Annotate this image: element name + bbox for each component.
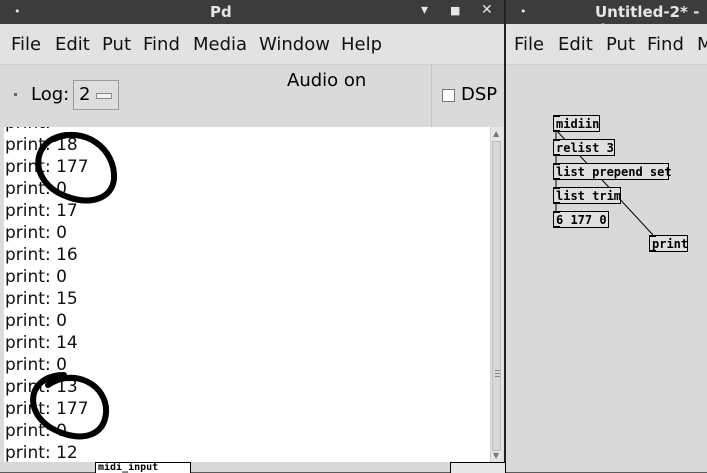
dsp-checkbox[interactable] bbox=[442, 89, 455, 102]
pd-menubar: File Edit Put Find Media Window Help bbox=[0, 24, 504, 65]
background-object-fragment: midi_input bbox=[95, 462, 191, 473]
patch-window: • Untitled-2* - /h File Edit Put Find M … bbox=[506, 0, 707, 462]
object-relist[interactable]: relist 3 bbox=[553, 139, 615, 156]
dropdown-icon bbox=[96, 93, 112, 99]
background-box-fragment bbox=[450, 462, 506, 473]
object-list-trim[interactable]: list trim bbox=[553, 187, 621, 204]
menu-help[interactable]: Help bbox=[341, 34, 382, 55]
menu-window[interactable]: Window bbox=[259, 34, 330, 55]
window-menu-icon[interactable]: • bbox=[14, 5, 21, 18]
menu-edit[interactable]: Edit bbox=[55, 34, 90, 55]
minimize-icon[interactable]: ▾ bbox=[421, 2, 428, 18]
scroll-grip-line bbox=[495, 373, 500, 374]
menu-file[interactable]: File bbox=[11, 34, 41, 55]
menu-find[interactable]: Find bbox=[143, 34, 180, 55]
toolbar-divider bbox=[431, 65, 432, 127]
object-print[interactable]: print bbox=[649, 235, 688, 252]
menu-media[interactable]: Media bbox=[193, 34, 247, 55]
scroll-thumb[interactable] bbox=[492, 141, 501, 451]
console-output[interactable]: print: print: 18 print: 177 print: 0 pri… bbox=[4, 127, 490, 462]
log-label: Log: bbox=[31, 84, 70, 105]
pd-main-window: • Pd ▾ ■ ✕ File Edit Put Find Media Wind… bbox=[0, 0, 506, 462]
scroll-grip-line bbox=[495, 370, 500, 371]
dsp-label[interactable]: DSP bbox=[461, 84, 497, 105]
console-scrollbar[interactable]: ▲ ▼ bbox=[490, 127, 503, 462]
pd-window-title: Pd bbox=[210, 3, 232, 21]
annotation-circle-bottom bbox=[30, 372, 110, 440]
patch-cords bbox=[555, 130, 654, 236]
menu-put[interactable]: Put bbox=[102, 34, 131, 55]
annotation-layer bbox=[30, 131, 118, 440]
log-level-value: 2 bbox=[79, 84, 91, 105]
scroll-down-icon[interactable]: ▼ bbox=[493, 451, 499, 460]
scroll-up-icon[interactable]: ▲ bbox=[493, 129, 499, 138]
object-list-prepend-set[interactable]: list prepend set bbox=[553, 163, 672, 180]
close-icon[interactable]: ✕ bbox=[481, 2, 493, 18]
maximize-icon[interactable]: ■ bbox=[450, 4, 460, 17]
log-level-select[interactable]: 2 bbox=[73, 80, 119, 110]
audio-status: Audio on bbox=[287, 70, 367, 91]
pd-titlebar[interactable]: • Pd ▾ ■ ✕ bbox=[0, 0, 504, 24]
toolbar-handle-icon bbox=[14, 93, 17, 96]
message-box[interactable]: 6 177 0 bbox=[553, 211, 609, 228]
pd-toolbar: Log: 2 Audio on DSP bbox=[0, 65, 504, 127]
scroll-grip-line bbox=[495, 376, 500, 377]
desktop-background: midi_input bbox=[0, 462, 707, 473]
annotation-circle-top bbox=[35, 131, 118, 204]
object-midiin[interactable]: midiin bbox=[553, 115, 600, 132]
